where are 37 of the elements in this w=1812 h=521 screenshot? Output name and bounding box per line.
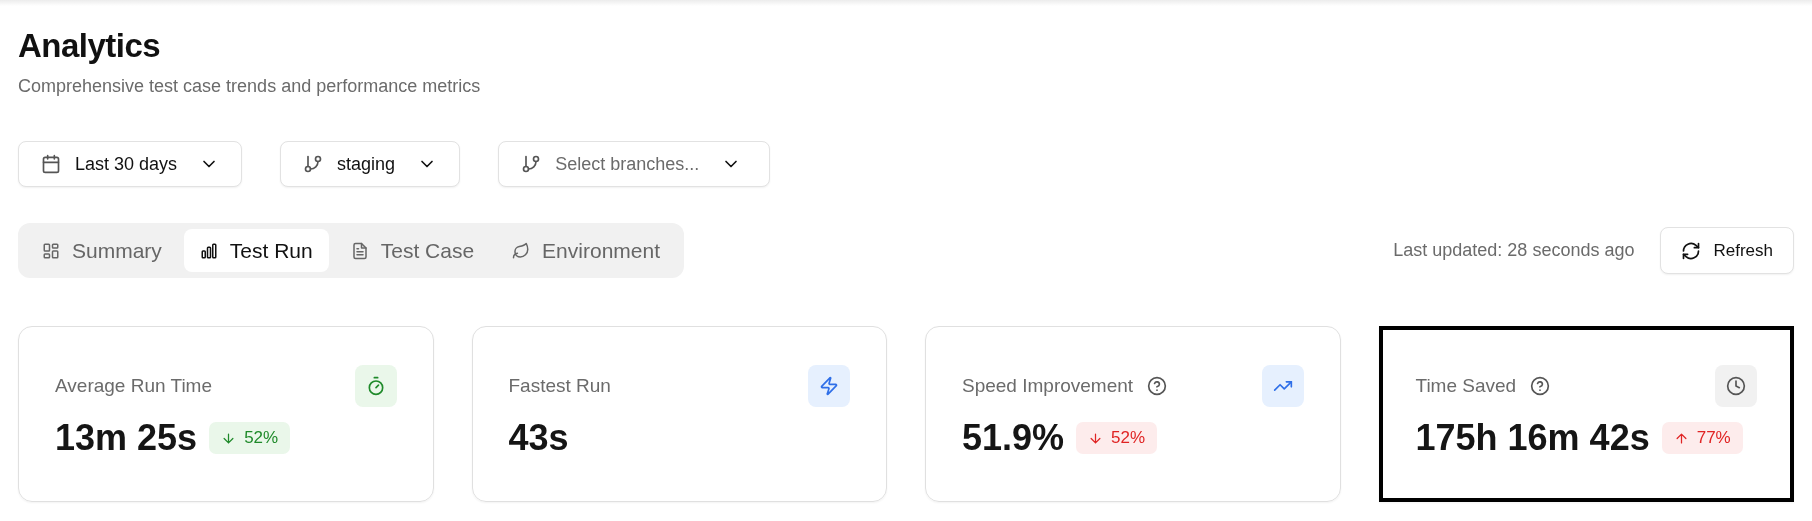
calendar-icon bbox=[41, 154, 61, 174]
leaf-icon bbox=[512, 241, 531, 260]
arrow-down-icon bbox=[221, 430, 237, 446]
change-badge: 52% bbox=[1076, 422, 1158, 454]
refresh-icon bbox=[1681, 240, 1702, 261]
page-title: Analytics bbox=[18, 26, 162, 66]
metric-value: 43s bbox=[508, 417, 569, 459]
change-badge: 52% bbox=[209, 422, 291, 454]
change-badge: 77% bbox=[1661, 422, 1743, 454]
branch-dropdown[interactable]: staging bbox=[280, 141, 461, 187]
metric-value: 175h 16m 42s bbox=[1415, 417, 1650, 459]
help-icon bbox=[1530, 376, 1551, 396]
tab[interactable]: Environment bbox=[496, 229, 676, 272]
branch-dropdown[interactable]: Select branches... bbox=[498, 141, 771, 187]
lightning-icon bbox=[819, 376, 839, 396]
metric-value: 51.9% bbox=[962, 417, 1065, 459]
metric-label: Time Saved bbox=[1415, 375, 1517, 397]
refresh-button[interactable]: Refresh bbox=[1660, 227, 1794, 274]
metric-label: Speed Improvement bbox=[962, 375, 1134, 397]
help-icon bbox=[1147, 376, 1168, 396]
metric-value: 13m 25s bbox=[55, 417, 198, 459]
metric-label: Average Run Time bbox=[55, 375, 212, 397]
metric-label: Fastest Run bbox=[508, 375, 611, 397]
date-range-dropdown[interactable]: Last 30 days bbox=[18, 141, 243, 187]
page-subtitle: Comprehensive test case trends and performance metrics bbox=[18, 76, 482, 97]
arrow-down-icon bbox=[1088, 430, 1104, 446]
tab[interactable]: Test Run bbox=[183, 229, 329, 272]
arrow-up-icon bbox=[1673, 430, 1689, 446]
branch-icon bbox=[521, 154, 542, 174]
last-updated-text: Last updated: 28 seconds ago bbox=[1393, 240, 1635, 261]
tab[interactable]: Summary bbox=[26, 229, 178, 272]
branch-icon bbox=[303, 154, 324, 174]
clock-icon bbox=[1726, 376, 1746, 396]
bar-chart-icon bbox=[199, 241, 218, 260]
layout-icon bbox=[42, 241, 60, 260]
tab[interactable]: Test Case bbox=[334, 229, 491, 272]
document-icon bbox=[350, 241, 369, 260]
